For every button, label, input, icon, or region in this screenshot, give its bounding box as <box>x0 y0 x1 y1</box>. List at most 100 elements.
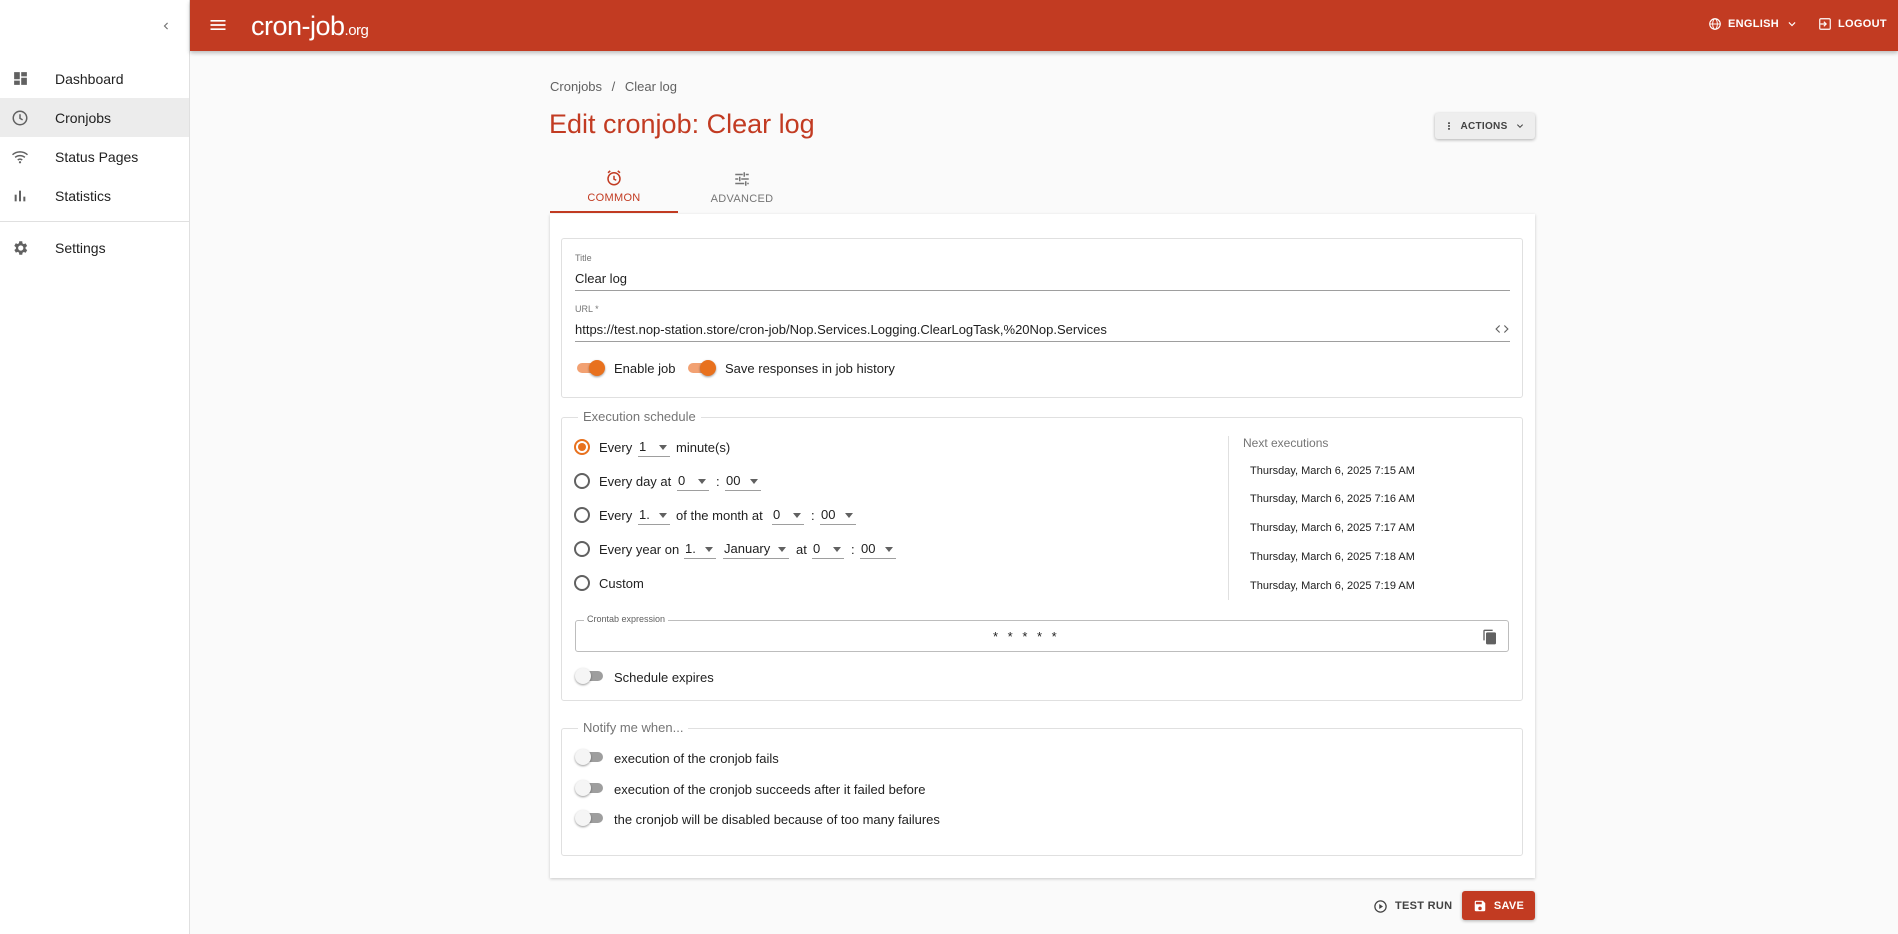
play-circle-icon <box>1374 899 1387 913</box>
save-icon <box>1474 900 1486 911</box>
crontab-expression-label: Crontab expression <box>584 614 669 624</box>
code-icon[interactable] <box>1493 322 1511 336</box>
next-executions-title: Next executions <box>1243 436 1329 450</box>
title-underline <box>575 290 1510 291</box>
every-year-label: Every year on <box>599 542 680 557</box>
url-input[interactable]: https://test.nop-station.store/cron-job/… <box>575 322 1475 337</box>
month-day-value: 1. <box>639 507 650 522</box>
chevron-left-icon <box>163 22 168 30</box>
notify-succeeds-label: execution of the cronjob succeeds after … <box>614 782 926 797</box>
schedule-every-minutes-radio[interactable] <box>574 439 590 455</box>
tab-common[interactable]: COMMON <box>550 160 678 213</box>
schedule-expires-switch[interactable] <box>575 668 605 684</box>
logout-icon <box>1819 18 1831 30</box>
notify-fails-switch[interactable] <box>575 749 605 765</box>
actions-button[interactable]: ACTIONS <box>1435 113 1535 139</box>
sidebar-item-label: Cronjobs <box>55 109 112 126</box>
sidebar-item-dashboard[interactable]: Dashboard <box>0 59 189 98</box>
at-label: at <box>796 542 807 557</box>
language-label: ENGLISH <box>1728 18 1779 30</box>
collapse-sidebar-button[interactable] <box>156 16 176 36</box>
chevron-down-icon <box>1788 22 1796 27</box>
schedule-custom-radio[interactable] <box>574 575 590 591</box>
title-input[interactable]: Clear log <box>575 271 1510 286</box>
logo[interactable]: cron-job.org <box>251 11 369 42</box>
year-month-select[interactable]: January <box>723 541 789 559</box>
sidebar-item-statistics[interactable]: Statistics <box>0 176 189 215</box>
tab-label: ADVANCED <box>710 193 774 205</box>
save-label: SAVE <box>1493 899 1525 912</box>
day-colon: : <box>716 474 720 489</box>
sidebar-item-settings[interactable]: Settings <box>0 228 189 267</box>
year-hour-select[interactable]: 0 <box>812 541 844 559</box>
next-execution-item: Thursday, March 6, 2025 7:15 AM <box>1250 465 1415 477</box>
notify-fails-label: execution of the cronjob fails <box>614 751 779 766</box>
sidebar-item-status-pages[interactable]: Status Pages <box>0 137 189 176</box>
month-day-select[interactable]: 1. <box>638 507 670 525</box>
minutes-label: minute(s) <box>676 440 731 455</box>
year-minute-value: 00 <box>861 541 876 556</box>
every-month-label: Every <box>599 508 633 523</box>
language-selector[interactable]: ENGLISH <box>1708 17 1799 31</box>
crontab-expression-value: * * * * * <box>993 629 1060 644</box>
wifi-icon <box>10 147 30 167</box>
every-minutes-select[interactable]: 1 <box>638 439 670 457</box>
year-day-value: 1. <box>685 541 696 556</box>
schedule-expires-label: Schedule expires <box>614 670 714 685</box>
url-underline <box>575 341 1510 342</box>
day-minute-select[interactable]: 00 <box>725 473 761 491</box>
menu-button[interactable] <box>208 15 228 35</box>
day-hour-select[interactable]: 0 <box>677 473 709 491</box>
execution-schedule-legend: Execution schedule <box>578 409 701 424</box>
dashboard-icon <box>10 69 30 89</box>
logo-main: cron-job <box>251 11 345 41</box>
custom-label: Custom <box>599 576 644 591</box>
more-vertical-icon <box>1448 122 1451 130</box>
general-settings-box: Title Clear log URL * https://test.nop-s… <box>561 238 1523 398</box>
crontab-expression-field[interactable]: Crontab expression * * * * * <box>575 614 1509 652</box>
month-minute-select[interactable]: 00 <box>820 507 856 525</box>
logout-button[interactable]: LOGOUT <box>1818 17 1887 31</box>
globe-icon <box>1709 18 1721 30</box>
copy-icon[interactable] <box>1482 628 1498 646</box>
tabs: COMMON ADVANCED <box>550 160 806 213</box>
test-run-button[interactable]: TEST RUN <box>1373 897 1452 915</box>
sidebar-item-cronjobs[interactable]: Cronjobs <box>0 98 189 137</box>
schedule-every-year-radio[interactable] <box>574 541 590 557</box>
month-hour-value: 0 <box>773 507 781 522</box>
tab-advanced[interactable]: ADVANCED <box>678 160 806 213</box>
next-execution-item: Thursday, March 6, 2025 7:19 AM <box>1250 580 1415 592</box>
day-hour-value: 0 <box>678 473 686 488</box>
notify-disabled-switch[interactable] <box>575 810 605 826</box>
gear-icon <box>10 238 30 258</box>
year-day-select[interactable]: 1. <box>684 541 716 559</box>
test-run-label: TEST RUN <box>1395 900 1453 912</box>
tune-icon <box>733 168 751 190</box>
save-responses-switch[interactable] <box>686 360 716 376</box>
alarm-clock-icon <box>605 167 623 189</box>
every-day-label: Every day at <box>599 474 672 489</box>
sidebar-item-label: Dashboard <box>55 70 124 87</box>
year-minute-select[interactable]: 00 <box>860 541 896 559</box>
month-hour-select[interactable]: 0 <box>772 507 804 525</box>
hamburger-icon <box>210 20 226 30</box>
day-minute-value: 00 <box>726 473 741 488</box>
sidebar-item-label: Settings <box>55 239 106 256</box>
every-minutes-value: 1 <box>639 439 647 454</box>
logout-label: LOGOUT <box>1838 18 1887 30</box>
breadcrumb-current: Clear log <box>624 79 677 94</box>
breadcrumb-separator: / <box>611 79 616 94</box>
bar-chart-icon <box>10 186 30 206</box>
page-title: Edit cronjob: Clear log <box>549 109 815 139</box>
year-colon: : <box>851 542 855 557</box>
month-colon: : <box>811 508 815 523</box>
enable-job-label: Enable job <box>614 361 676 376</box>
breadcrumb-cronjobs-link[interactable]: Cronjobs <box>550 79 602 94</box>
notify-succeeds-switch[interactable] <box>575 780 605 796</box>
schedule-every-day-radio[interactable] <box>574 473 590 489</box>
every-label: Every <box>599 440 633 455</box>
next-execution-item: Thursday, March 6, 2025 7:18 AM <box>1250 551 1415 563</box>
enable-job-switch[interactable] <box>575 360 605 376</box>
schedule-every-month-radio[interactable] <box>574 507 590 523</box>
save-button[interactable]: SAVE <box>1462 891 1535 920</box>
